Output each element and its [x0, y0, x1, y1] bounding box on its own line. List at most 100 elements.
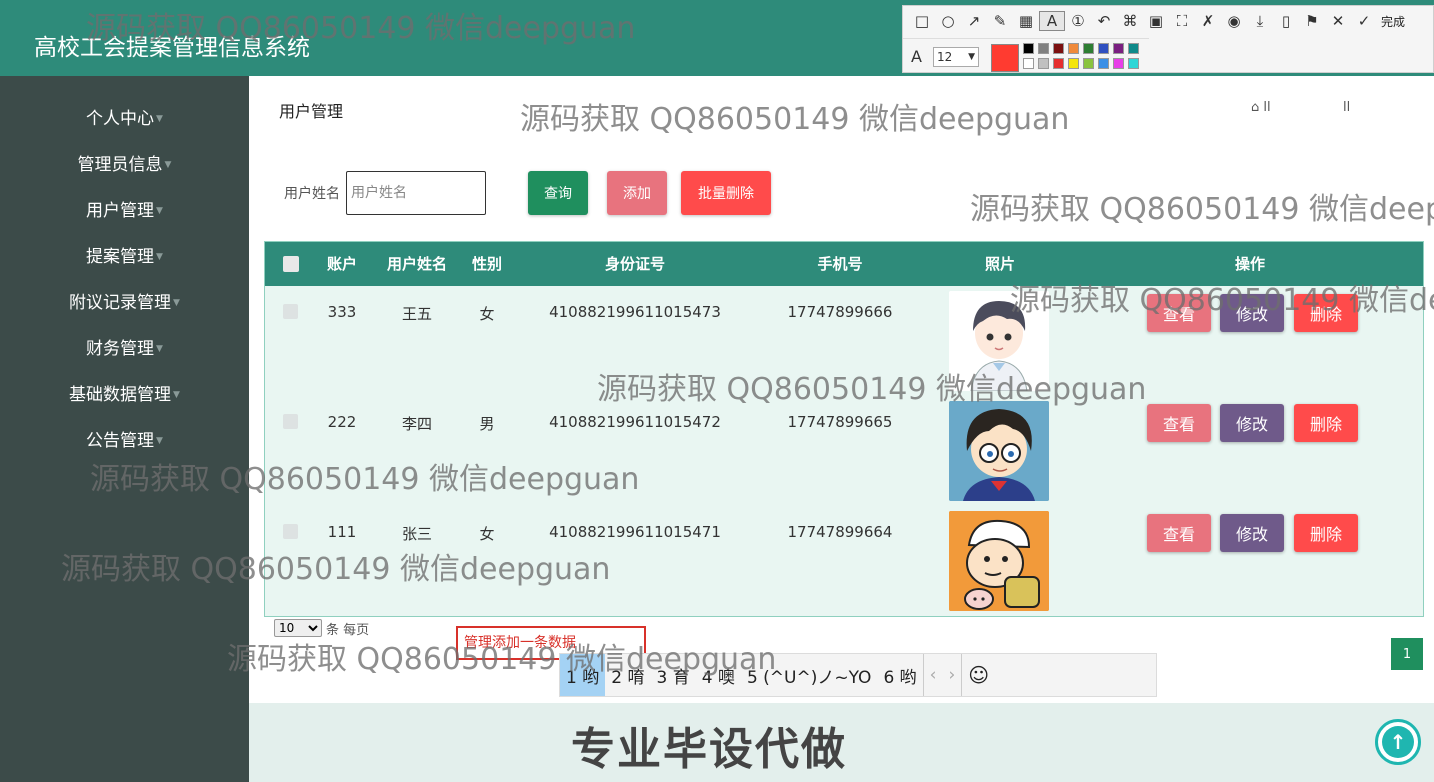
username-search-input[interactable]: [346, 171, 486, 215]
phone-icon[interactable]: ▯: [1273, 12, 1299, 30]
query-button[interactable]: 查询: [528, 171, 588, 215]
column-header-phone: 手机号: [817, 255, 863, 273]
row-checkbox[interactable]: [283, 414, 298, 429]
sidebar-item-seconding-records[interactable]: 附议记录管理 ▼: [0, 285, 249, 321]
cell-gender: 男: [479, 415, 495, 433]
caret-down-icon: ▼: [156, 252, 163, 262]
sidebar: 个人中心 ▼ 管理员信息 ▼ 用户管理 ▼ 提案管理 ▼ 附议记录管理 ▼ 财务管理 ▼ 基…: [0, 76, 249, 782]
sidebar-item-user-management[interactable]: 用户管理 ▼: [0, 193, 249, 229]
color-swatch[interactable]: [1038, 43, 1049, 54]
color-swatch[interactable]: [1023, 43, 1034, 54]
sidebar-item-finance[interactable]: 财务管理 ▼: [0, 331, 249, 367]
edit-button[interactable]: 修改: [1220, 514, 1284, 552]
watermark: 源码获取 QQ86050149 微信de: [1010, 283, 1434, 318]
view-button[interactable]: 查看: [1147, 514, 1211, 552]
pen-icon[interactable]: ✎: [987, 12, 1013, 30]
caret-down-icon: ▼: [173, 390, 180, 400]
bookmark-icon[interactable]: ⚑: [1299, 12, 1325, 30]
record-icon[interactable]: ◉: [1221, 12, 1247, 30]
number-icon[interactable]: ①: [1065, 12, 1091, 30]
ime-candidate[interactable]: 6 哟: [877, 654, 922, 696]
sidebar-item-admin-info[interactable]: 管理员信息 ▼: [0, 147, 249, 183]
cell-phone: 17747899666: [787, 303, 893, 321]
done-label[interactable]: 完成: [1381, 13, 1405, 30]
back-to-top-button[interactable]: ↑: [1375, 719, 1421, 765]
font-size-select[interactable]: 12 ▼: [933, 47, 979, 67]
sidebar-item-proposal-management[interactable]: 提案管理 ▼: [0, 239, 249, 275]
capture-icon[interactable]: ⛶: [1169, 12, 1195, 30]
pushpin-icon[interactable]: ✗: [1195, 12, 1221, 30]
watermark: 源码获取 QQ86050149 微信deepguan: [61, 552, 611, 587]
sidebar-item-basic-data[interactable]: 基础数据管理 ▼: [0, 377, 249, 413]
arrow-icon[interactable]: ↗: [961, 12, 987, 30]
color-swatch[interactable]: [1053, 58, 1064, 69]
color-swatch[interactable]: [1098, 43, 1109, 54]
cell-account: 222: [327, 413, 357, 431]
close-icon[interactable]: ✕: [1325, 12, 1351, 30]
color-swatch[interactable]: [1128, 43, 1139, 54]
caret-down-icon: ▼: [156, 206, 163, 216]
color-swatch[interactable]: [1113, 58, 1124, 69]
undo-icon[interactable]: ↶: [1091, 12, 1117, 30]
mosaic-icon[interactable]: ▦: [1013, 12, 1039, 30]
sidebar-item-personal-center[interactable]: 个人中心 ▼: [0, 101, 249, 137]
cell-id-number: 410882199611015471: [549, 523, 721, 541]
color-swatch[interactable]: [1053, 43, 1064, 54]
add-button[interactable]: 添加: [607, 171, 667, 215]
rectangle-icon[interactable]: □: [909, 12, 935, 30]
search-label: 用户姓名: [284, 186, 340, 202]
user-photo: [949, 401, 1049, 501]
current-color-swatch[interactable]: [991, 44, 1019, 72]
chevron-left-icon[interactable]: ‹: [922, 654, 943, 696]
text-icon[interactable]: A: [1039, 11, 1065, 31]
cell-gender: 女: [479, 305, 495, 323]
check-icon[interactable]: ✓: [1351, 12, 1377, 30]
circle-icon[interactable]: ○: [935, 12, 961, 30]
home-icon[interactable]: ⌂: [1251, 100, 1259, 115]
color-swatch[interactable]: [1068, 58, 1079, 69]
delete-button[interactable]: 删除: [1294, 514, 1358, 552]
color-swatch[interactable]: [1038, 58, 1049, 69]
chevron-right-icon[interactable]: ›: [942, 654, 961, 696]
watermark: 源码获取 QQ86050149 微信deepguan: [227, 642, 777, 677]
emoji-icon[interactable]: ☺: [961, 654, 995, 696]
caret-down-icon: ▼: [156, 114, 163, 124]
caret-down-icon: ▼: [156, 344, 163, 354]
watermark: 源码获取 QQ86050149 微信deepguan: [86, 11, 636, 46]
cell-account: 111: [327, 523, 357, 541]
cell-account: 333: [327, 303, 357, 321]
row-checkbox[interactable]: [283, 304, 298, 319]
ocr-icon[interactable]: ▣: [1143, 12, 1169, 30]
download-icon[interactable]: ⤓: [1247, 12, 1273, 30]
color-swatch[interactable]: [1128, 58, 1139, 69]
breadcrumb: ⌂ ll: [1251, 100, 1271, 115]
color-swatch[interactable]: [1083, 58, 1094, 69]
page-title: 用户管理: [279, 102, 344, 121]
toolbar-style-row: A 12 ▼: [903, 38, 1149, 74]
caret-down-icon: ▼: [156, 436, 163, 446]
color-swatch[interactable]: [1083, 43, 1094, 54]
cell-phone: 17747899664: [787, 523, 893, 541]
color-swatch[interactable]: [1068, 43, 1079, 54]
cell-id-number: 410882199611015473: [549, 303, 721, 321]
cell-id-number: 410882199611015472: [549, 413, 721, 431]
delete-button[interactable]: 删除: [1294, 404, 1358, 442]
edit-button[interactable]: 修改: [1220, 404, 1284, 442]
footer: 专业毕设代做: [249, 703, 1434, 782]
pin-icon[interactable]: ⌘: [1117, 12, 1143, 30]
color-swatch[interactable]: [1098, 58, 1109, 69]
color-swatch[interactable]: [1113, 43, 1124, 54]
color-swatch[interactable]: [1023, 58, 1034, 69]
current-page-button[interactable]: 1: [1391, 638, 1423, 670]
watermark: 源码获取 QQ86050149 微信deepguan: [597, 372, 1147, 407]
watermark: 源码获取 QQ86050149 微信deepguan: [90, 462, 640, 497]
select-all-checkbox[interactable]: [283, 256, 299, 272]
cell-gender: 女: [479, 525, 495, 543]
watermark: 源码获取 QQ86050149 微信deep: [970, 192, 1434, 227]
view-button[interactable]: 查看: [1147, 404, 1211, 442]
watermark: 源码获取 QQ86050149 微信deepguan: [520, 102, 1070, 137]
row-checkbox[interactable]: [283, 524, 298, 539]
column-header-name: 用户姓名: [386, 255, 447, 273]
batch-delete-button[interactable]: 批量删除: [681, 171, 771, 215]
breadcrumb-separator: ll: [1343, 100, 1351, 115]
